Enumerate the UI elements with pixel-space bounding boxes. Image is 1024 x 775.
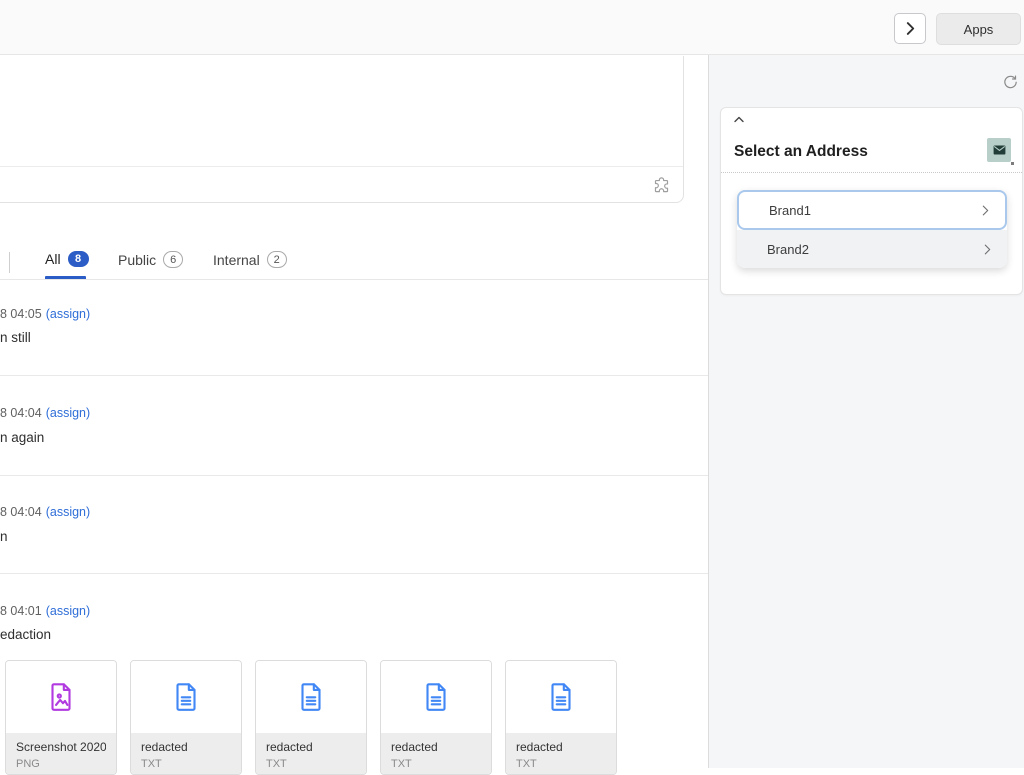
conversation-body: n again [0, 430, 44, 445]
attachment-type: TXT [141, 758, 231, 770]
collapse-panel-button[interactable] [894, 13, 926, 44]
tab-internal-count-badge: 2 [267, 251, 287, 268]
conversation-timestamp: 8 04:04 (assign) [0, 505, 90, 519]
tab-public-label: Public [118, 252, 156, 268]
assign-link[interactable]: (assign) [46, 604, 90, 618]
top-bar: Apps [0, 0, 1024, 55]
apps-side-panel: Select an Address Brand1 Bra [709, 55, 1024, 768]
tab-internal[interactable]: Internal 2 [213, 251, 287, 268]
apps-button[interactable]: Apps [936, 13, 1021, 45]
attachment-type: PNG [16, 758, 106, 770]
attachment-name: redacted [516, 740, 606, 754]
chevron-right-icon [906, 22, 915, 35]
attachment-type: TXT [391, 758, 481, 770]
row-separator [0, 475, 708, 476]
text-file-icon [169, 680, 203, 714]
address-option-brand2[interactable]: Brand2 [737, 230, 1007, 268]
apps-button-label: Apps [964, 22, 994, 37]
badge-corner-dot [1011, 162, 1014, 165]
conversation-timestamp: 8 04:04 (assign) [0, 406, 90, 420]
attachment-card[interactable]: redacted TXT [130, 660, 242, 775]
puzzle-apps-icon[interactable] [652, 175, 671, 194]
conversation-body: n still [0, 330, 31, 345]
timestamp-text: 8 04:01 [0, 604, 42, 618]
tab-all-count-badge: 8 [68, 251, 89, 267]
select-address-card: Select an Address Brand1 Bra [720, 107, 1023, 295]
refresh-button[interactable] [1000, 72, 1020, 92]
timestamp-text: 8 04:04 [0, 505, 42, 519]
text-file-icon [294, 680, 328, 714]
attachment-name: redacted [266, 740, 356, 754]
tab-public[interactable]: Public 6 [118, 251, 183, 268]
attachment-type: TXT [516, 758, 606, 770]
attachment-card[interactable]: redacted TXT [380, 660, 492, 775]
assign-link[interactable]: (assign) [46, 307, 90, 321]
mail-app-badge[interactable] [987, 138, 1011, 162]
tabbar-left-divider [9, 252, 10, 273]
collapse-card-button[interactable] [734, 116, 748, 128]
chevron-right-icon [984, 244, 991, 255]
envelope-icon [993, 145, 1006, 155]
attachment-type: TXT [266, 758, 356, 770]
row-separator [0, 375, 708, 376]
attachment-name: redacted [141, 740, 231, 754]
attachment-name: Screenshot 2020-… [16, 740, 106, 754]
attachment-list: Screenshot 2020-… PNG redacted TXT [5, 660, 617, 775]
text-file-icon [419, 680, 453, 714]
attachment-card[interactable]: redacted TXT [255, 660, 367, 775]
tab-all-label: All [45, 251, 61, 267]
timestamp-text: 8 04:05 [0, 307, 42, 321]
attachment-card[interactable]: redacted TXT [505, 660, 617, 775]
address-card-header: Select an Address [734, 138, 1011, 162]
chevron-up-icon [734, 116, 748, 123]
attachment-card[interactable]: Screenshot 2020-… PNG [5, 660, 117, 775]
conversation-body: edaction [0, 627, 51, 642]
address-card-title: Select an Address [734, 138, 868, 161]
editor-toolbar [0, 166, 683, 202]
refresh-icon [1002, 74, 1019, 91]
assign-link[interactable]: (assign) [46, 505, 90, 519]
address-option-brand1[interactable]: Brand1 [737, 190, 1007, 230]
assign-link[interactable]: (assign) [46, 406, 90, 420]
tabbar-bottom-border [0, 279, 708, 280]
reply-editor-card [0, 56, 684, 203]
chevron-right-icon [982, 205, 989, 216]
tab-internal-label: Internal [213, 252, 260, 268]
conversation-body: n [0, 529, 8, 544]
tab-public-count-badge: 6 [163, 251, 183, 268]
timestamp-text: 8 04:04 [0, 406, 42, 420]
address-option-label: Brand1 [769, 203, 811, 218]
text-file-icon [544, 680, 578, 714]
row-separator [0, 573, 708, 574]
address-dropdown: Brand1 Brand2 [737, 190, 1007, 268]
address-option-label: Brand2 [767, 242, 809, 257]
conversation-timestamp: 8 04:05 (assign) [0, 307, 90, 321]
dotted-separator [721, 172, 1022, 173]
attachment-name: redacted [391, 740, 481, 754]
conversation-timestamp: 8 04:01 (assign) [0, 604, 90, 618]
image-file-icon [44, 680, 78, 714]
tab-all[interactable]: All 8 [45, 251, 89, 267]
